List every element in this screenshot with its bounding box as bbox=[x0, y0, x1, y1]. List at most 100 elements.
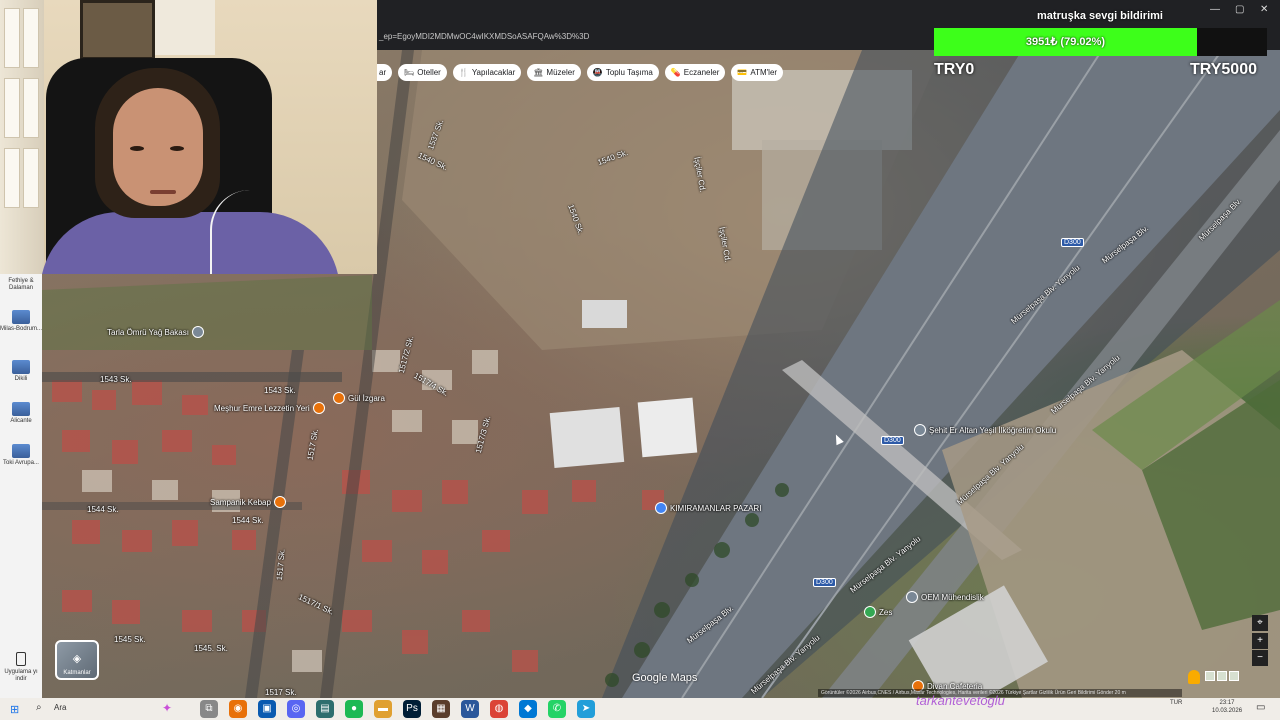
place-pin-icon bbox=[906, 591, 918, 603]
poi-label: Şehit Er Altan Yeşil İlköğretim Okulu bbox=[929, 425, 1057, 435]
zoom-in-button[interactable]: + bbox=[1252, 633, 1268, 649]
chip-atms[interactable]: 💳 ATM'ler bbox=[731, 63, 784, 81]
poi-marker[interactable]: OEM Mühendislik bbox=[906, 591, 984, 603]
task-view-icon[interactable]: ⧉ bbox=[200, 700, 218, 718]
map-file-icon bbox=[12, 360, 30, 374]
search-icon[interactable]: ⌕ bbox=[36, 702, 42, 713]
terminal-icon[interactable]: ▤ bbox=[316, 700, 334, 718]
maximize-icon[interactable]: ▢ bbox=[1235, 4, 1244, 15]
firefox-icon[interactable]: ◉ bbox=[229, 700, 247, 718]
taskbar: ⊞ ⌕ Ara ✦ ⧉ ◉ ▣ ◎ ▤ ● ▬ Ps ▦ W ◍ ◆ ✆ ➤ bbox=[0, 698, 1280, 720]
restaurant-pin-icon bbox=[333, 392, 345, 404]
street-label: 1543 Sk. bbox=[100, 375, 132, 384]
close-icon[interactable]: ✕ bbox=[1260, 4, 1268, 15]
street-label: 1543 Sk. bbox=[264, 386, 296, 395]
photoshop-icon[interactable]: Ps bbox=[403, 700, 421, 718]
my-location-button[interactable]: ⌖ bbox=[1252, 615, 1268, 631]
poi-marker[interactable]: Gül İzgara bbox=[333, 392, 385, 404]
streamer-face bbox=[113, 88, 203, 206]
chip-things-to-do[interactable]: 🍴 Yapılacaklar bbox=[452, 63, 522, 81]
desktop-shortcut[interactable]: Fethiye & Dalaman bbox=[0, 278, 42, 292]
discord-icon[interactable]: ◎ bbox=[287, 700, 305, 718]
minecraft-icon[interactable]: ▦ bbox=[432, 700, 450, 718]
street-label: 1544 Sk. bbox=[232, 516, 264, 525]
taskbar-apps: ⧉ ◉ ▣ ◎ ▤ ● ▬ Ps ▦ W ◍ ◆ ✆ ➤ bbox=[200, 700, 595, 718]
poi-marker[interactable]: Tarla Ömrü Yağ Bakası bbox=[107, 326, 204, 338]
address-bar[interactable]: _ep=EgoyMDI2MDMwOC4wIKXMDSoASAFQAw%3D%3D bbox=[377, 28, 937, 46]
street-view-pegman-icon[interactable] bbox=[1188, 670, 1200, 684]
donation-goal-label: TRY5000 bbox=[1190, 61, 1257, 78]
shopping-pin-icon bbox=[655, 502, 667, 514]
desktop-shortcut[interactable]: Toki Avrupa... bbox=[0, 444, 42, 467]
poi-marker[interactable]: KIMIRAMANLAR PAZARI bbox=[655, 502, 761, 514]
route-shield: D300 bbox=[1061, 238, 1084, 247]
donation-min-label: TRY0 bbox=[934, 61, 975, 78]
donation-title: matruşka sevgi bildirimi bbox=[1037, 10, 1163, 22]
chip-hotels[interactable]: 🛏 Oteller bbox=[398, 63, 447, 81]
poi-label: KIMIRAMANLAR PAZARI bbox=[670, 503, 762, 513]
route-shield: D300 bbox=[813, 578, 836, 587]
clock-time: 23:17 bbox=[1219, 700, 1235, 706]
clock-date: 10.03.2026 bbox=[1212, 708, 1243, 714]
layers-icon: ◈ bbox=[72, 653, 82, 665]
screen: 1540 Sk. 1540 Sk. İşçiler Cd. İşçiler Cd… bbox=[0, 0, 1280, 720]
wall-picture bbox=[80, 0, 155, 60]
windows-start-icon[interactable]: ⊞ bbox=[10, 703, 19, 716]
desktop-shortcut[interactable]: Alicante bbox=[0, 402, 42, 425]
transit-icon: 🚇 bbox=[592, 67, 603, 77]
word-icon[interactable]: W bbox=[461, 700, 479, 718]
notification-icon[interactable]: ▭ bbox=[1256, 702, 1265, 713]
street-label: 1544 Sk. bbox=[87, 505, 119, 514]
poi-label: Sampanik Kebap bbox=[210, 497, 271, 507]
store-icon[interactable]: ▣ bbox=[258, 700, 276, 718]
desktop-shortcut[interactable]: Milas-Bodrum... bbox=[0, 310, 42, 333]
door bbox=[0, 0, 44, 274]
poi-marker[interactable]: Meşhur Emre Lezzetin Yeri bbox=[214, 402, 325, 414]
imagery-thumbnails[interactable] bbox=[1205, 671, 1239, 681]
zoom-out-button[interactable]: − bbox=[1252, 650, 1268, 666]
chip-transit[interactable]: 🚇 Toplu Taşıma bbox=[586, 63, 659, 81]
chip-restaurants[interactable]: ar bbox=[377, 63, 393, 81]
poi-marker[interactable]: Zes bbox=[864, 606, 892, 618]
poi-label: Meşhur Emre Lezzetin Yeri bbox=[214, 403, 310, 413]
language-indicator[interactable]: TUR bbox=[1170, 700, 1182, 706]
spotify-icon[interactable]: ● bbox=[345, 700, 363, 718]
desktop-shortcuts: Fethiye & Dalaman Milas-Bodrum... Dikili… bbox=[0, 274, 42, 698]
desktop-shortcut[interactable]: Uygulama yı indir bbox=[0, 652, 42, 683]
donation-amount: 3951₺ (79.02%) bbox=[1025, 36, 1106, 48]
poi-marker[interactable]: Şehit Er Altan Yeşil İlköğretim Okulu bbox=[914, 424, 1056, 436]
whatsapp-icon[interactable]: ✆ bbox=[548, 700, 566, 718]
taskbar-search[interactable]: Ara bbox=[54, 703, 66, 712]
telegram-icon[interactable]: ➤ bbox=[577, 700, 595, 718]
folder-icon[interactable]: ▬ bbox=[374, 700, 392, 718]
category-chips: ar 🛏 Oteller 🍴 Yapılacaklar 🏛 Müzeler 🚇 Topl… bbox=[377, 63, 784, 81]
layers-button[interactable]: ◈ Katmanlar bbox=[55, 640, 99, 680]
poi-label: Zes bbox=[879, 607, 893, 617]
poi-label: OEM Mühendislik bbox=[921, 592, 984, 602]
map-file-icon bbox=[12, 402, 30, 416]
map-file-icon bbox=[12, 444, 30, 458]
chip-museums[interactable]: 🏛 Müzeler bbox=[527, 63, 581, 81]
restaurant-pin-icon bbox=[273, 496, 286, 508]
chrome-icon[interactable]: ◍ bbox=[490, 700, 508, 718]
place-pin-icon bbox=[191, 326, 204, 338]
vscode-icon[interactable]: ◆ bbox=[519, 700, 537, 718]
clock[interactable]: 23:17 10.03.2026 bbox=[1212, 699, 1242, 715]
pharmacy-icon: 💊 bbox=[670, 67, 681, 77]
route-shield: D300 bbox=[881, 436, 904, 445]
chip-pharmacies[interactable]: 💊 Eczaneler bbox=[664, 63, 726, 81]
phone-icon bbox=[16, 652, 26, 666]
webcam-feed bbox=[0, 0, 377, 274]
restaurant-pin-icon bbox=[312, 402, 325, 414]
street-label: 1517 Sk. bbox=[265, 688, 297, 697]
minimize-icon[interactable]: — bbox=[1210, 4, 1220, 15]
desktop-shortcut[interactable]: Dikili bbox=[0, 360, 42, 383]
copilot-icon[interactable]: ✦ bbox=[162, 701, 172, 715]
school-pin-icon bbox=[914, 424, 926, 436]
camera-icon: 🍴 bbox=[458, 67, 469, 77]
poi-label: Tarla Ömrü Yağ Bakası bbox=[107, 327, 189, 337]
poi-label: Gül İzgara bbox=[348, 393, 385, 403]
street-label: 1545 Sk. bbox=[114, 635, 146, 644]
poi-marker[interactable]: Sampanik Kebap bbox=[210, 496, 286, 508]
street-label: 1545. Sk. bbox=[194, 644, 228, 653]
